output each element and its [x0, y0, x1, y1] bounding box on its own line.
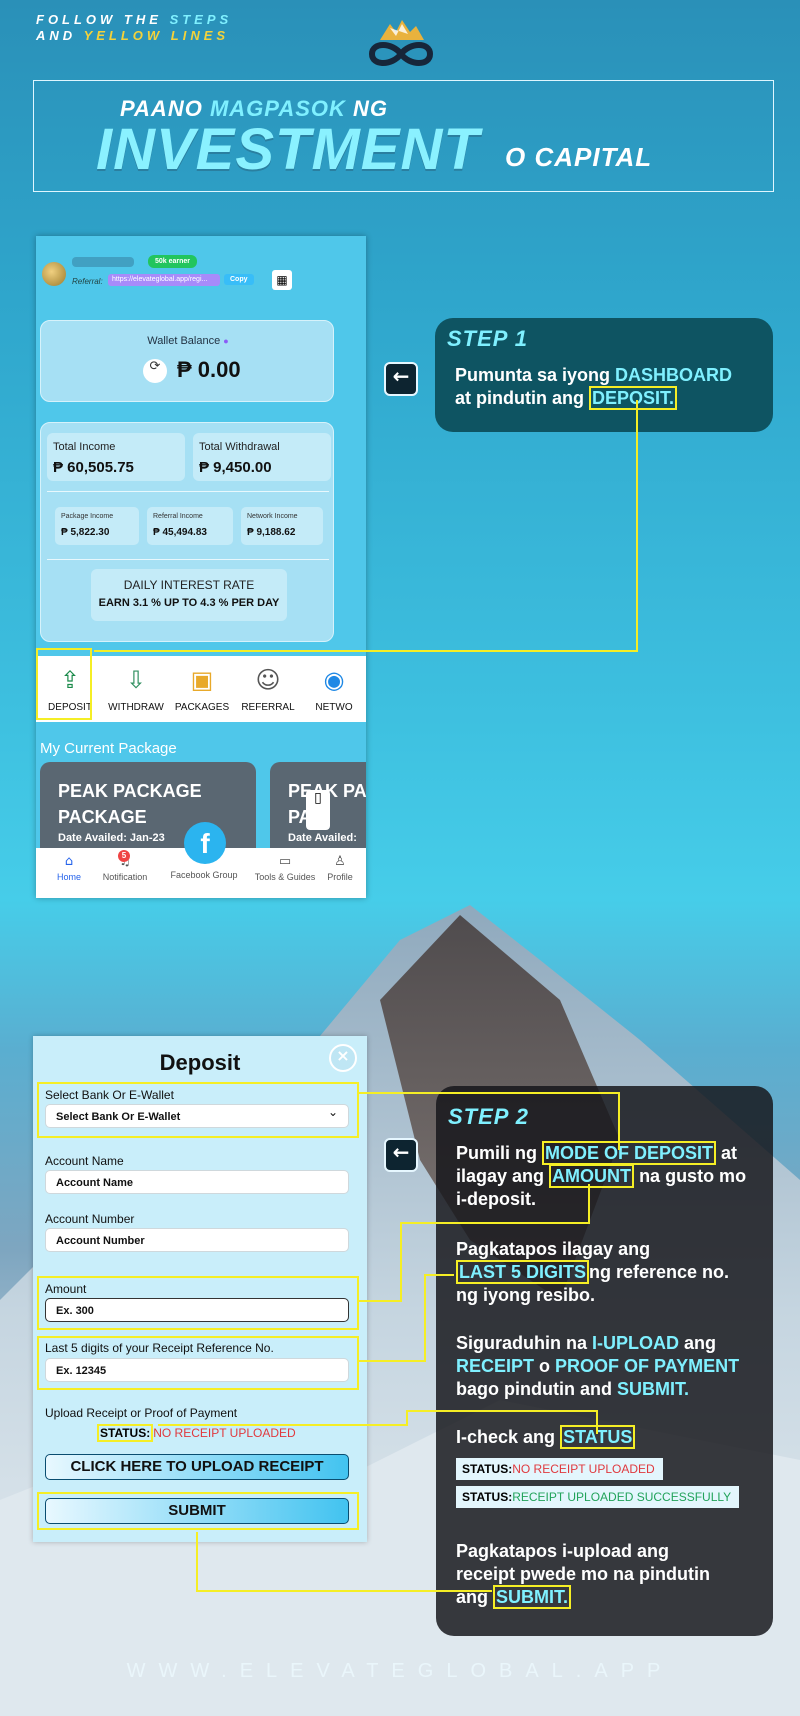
current-package-label: My Current Package — [40, 740, 177, 757]
package-date: Date Availed: Jan-23 — [58, 832, 165, 844]
notification-count: 5 — [118, 850, 130, 862]
tab-tools[interactable]: ▭ Tools & Guides — [244, 854, 326, 882]
amount-label: Amount — [45, 1282, 87, 1296]
book-icon: ▭ — [278, 854, 292, 869]
network-income-value: ₱ 9,188.62 — [247, 527, 296, 538]
wallet-value: ₱ 0.00 — [177, 357, 241, 382]
digits-label: Last 5 digits of your Receipt Reference … — [45, 1341, 274, 1355]
account-number-label: Account Number — [45, 1212, 135, 1226]
package-income-label: Package Income — [61, 513, 114, 520]
total-income-box: Total Income ₱ 60,505.75 — [47, 433, 185, 481]
status-example-none: STATUS:NO RECEIPT UPLOADED — [456, 1458, 663, 1480]
upload-label: Upload Receipt or Proof of Payment — [45, 1406, 238, 1420]
copy-button[interactable]: Copy — [224, 274, 254, 285]
referral-income-box: Referral Income ₱ 45,494.83 — [147, 507, 233, 545]
step1-title: STEP 1 — [447, 326, 528, 351]
close-icon[interactable]: × — [329, 1044, 357, 1072]
referral-icon: ☺ — [255, 666, 281, 694]
deposit-title: Deposit — [159, 1050, 241, 1075]
package-income-value: ₱ 5,822.30 — [61, 527, 110, 538]
qr-code-icon[interactable]: ▦ — [272, 270, 292, 290]
bank-label: Select Bank Or E-Wallet — [45, 1088, 174, 1102]
avatar[interactable] — [42, 262, 66, 286]
divider — [47, 559, 329, 560]
divider — [47, 491, 329, 492]
upload-status: STATUS: NO RECEIPT UPLOADED — [97, 1424, 296, 1442]
rate-label: DAILY INTEREST RATE — [123, 578, 255, 592]
network-icon: ◉ — [323, 666, 345, 694]
tab-profile[interactable]: ♙ Profile — [316, 854, 364, 882]
dashboard-screenshot: 50k earner Referral: https://elevateglob… — [36, 236, 366, 898]
step2-para-3: Siguraduhin na I-UPLOAD ang RECEIPT o PR… — [456, 1333, 740, 1399]
title-sub: O CAPITAL — [505, 142, 653, 172]
wallet-label: Wallet Balance ● — [147, 335, 229, 347]
package-title: PEAK PACKAGE PACKAGE — [58, 781, 202, 827]
step2-para-1: Pumili ng MODE OF DEPOSIT at ilagay ang … — [456, 1141, 747, 1209]
referral-income-value: ₱ 45,494.83 — [153, 527, 207, 538]
facebook-icon[interactable]: f — [184, 822, 226, 864]
nav-packages[interactable]: ▣ PACKAGES — [170, 656, 234, 722]
step1-box: STEP 1 Pumunta sa iyong DASHBOARD at pin… — [435, 318, 773, 432]
deposit-highlight — [36, 648, 92, 720]
referral-link[interactable]: https://elevateglobal.app/regi... — [108, 274, 220, 286]
network-income-label: Network Income — [247, 513, 298, 520]
status-example-success: STATUS:RECEIPT UPLOADED SUCCESSFULLY — [456, 1486, 740, 1508]
bank-select[interactable]: Select Bank Or E-Wallet ⌄ — [45, 1104, 349, 1128]
step2-para-5: Pagkatapos i-upload ang receipt pwede mo… — [456, 1541, 711, 1609]
earner-badge: 50k earner — [148, 255, 198, 268]
amount-input[interactable]: Ex. 300 — [45, 1298, 349, 1322]
arrow-left-icon: ← — [384, 1138, 418, 1172]
total-withdrawal-value: ₱ 9,450.00 — [199, 459, 272, 476]
chat-widget-icon[interactable]: ▯ — [306, 790, 330, 830]
referral-label: Referral: — [72, 277, 103, 286]
step1-text: Pumunta sa iyong DASHBOARD at pindutin a… — [455, 365, 733, 410]
username-blurred — [72, 257, 134, 267]
network-income-box: Network Income ₱ 9,188.62 — [241, 507, 323, 545]
packages-icon: ▣ — [190, 666, 214, 694]
rate-value: EARN 3.1 % UP TO 4.3 % PER DAY — [98, 597, 280, 609]
status-label: STATUS: — [97, 1424, 154, 1442]
account-number-input[interactable]: Account Number — [45, 1228, 349, 1252]
nav-referral[interactable]: ☺ REFERRAL — [236, 656, 300, 722]
total-income-value: ₱ 60,505.75 — [53, 459, 134, 476]
status-value: NO RECEIPT UPLOADED — [153, 1426, 296, 1440]
daily-interest-box: DAILY INTEREST RATE EARN 3.1 % UP TO 4.3… — [91, 569, 287, 621]
profile-icon: ♙ — [334, 854, 346, 869]
total-withdrawal-label: Total Withdrawal — [199, 441, 280, 453]
nav-withdraw[interactable]: ⇩ WITHDRAW — [104, 656, 168, 722]
package-date: Date Availed: — [288, 832, 357, 844]
deposit-form: Deposit × Select Bank Or E-Wallet Select… — [33, 1036, 367, 1542]
bottom-tab-bar: ⌂Home ♫Notification 5 f Facebook Group ▭… — [36, 822, 366, 898]
account-name-input[interactable]: Account Name — [45, 1170, 349, 1194]
total-withdrawal-box: Total Withdrawal ₱ 9,450.00 — [193, 433, 331, 481]
digits-input[interactable]: Ex. 12345 — [45, 1358, 349, 1382]
total-income-label: Total Income — [53, 441, 116, 453]
arrow-left-icon: ← — [384, 362, 418, 396]
footer-url[interactable]: WWW.ELEVATEGLOBAL.APP — [0, 1660, 800, 1683]
title-main: INVESTMENT — [96, 117, 480, 182]
account-name-label: Account Name — [45, 1154, 124, 1168]
referral-income-label: Referral Income — [153, 513, 203, 520]
upload-receipt-button[interactable]: CLICK HERE TO UPLOAD RECEIPT — [45, 1454, 349, 1480]
nav-network[interactable]: ◉ NETWO — [302, 656, 366, 722]
income-card: Total Income ₱ 60,505.75 Total Withdrawa… — [40, 422, 334, 642]
package-income-box: Package Income ₱ 5,822.30 — [55, 507, 139, 545]
step2-box: STEP 2 Pumili ng MODE OF DEPOSIT at ilag… — [436, 1086, 773, 1636]
step2-para-4: I-check ang STATUS — [456, 1425, 636, 1449]
step2-para-2: Pagkatapos ilagay ang LAST 5 DIGITS ng re… — [456, 1239, 730, 1305]
wallet-card: Wallet Balance ● ⟳ ₱ 0.00 — [40, 320, 334, 402]
withdraw-icon: ⇩ — [125, 666, 147, 694]
infinity-mountain-logo — [368, 20, 434, 66]
submit-button[interactable]: SUBMIT — [45, 1498, 349, 1524]
action-nav: ⇪ DEPOSIT ⇩ WITHDRAW ▣ PACKAGES ☺ REFERR… — [36, 648, 366, 722]
follow-instructions: FOLLOW THE STEPS AND YELLOW LINES — [36, 12, 233, 43]
step2-title: STEP 2 — [448, 1104, 529, 1129]
refresh-icon[interactable]: ⟳ — [143, 359, 167, 383]
chevron-down-icon: ⌄ — [327, 1105, 338, 1119]
